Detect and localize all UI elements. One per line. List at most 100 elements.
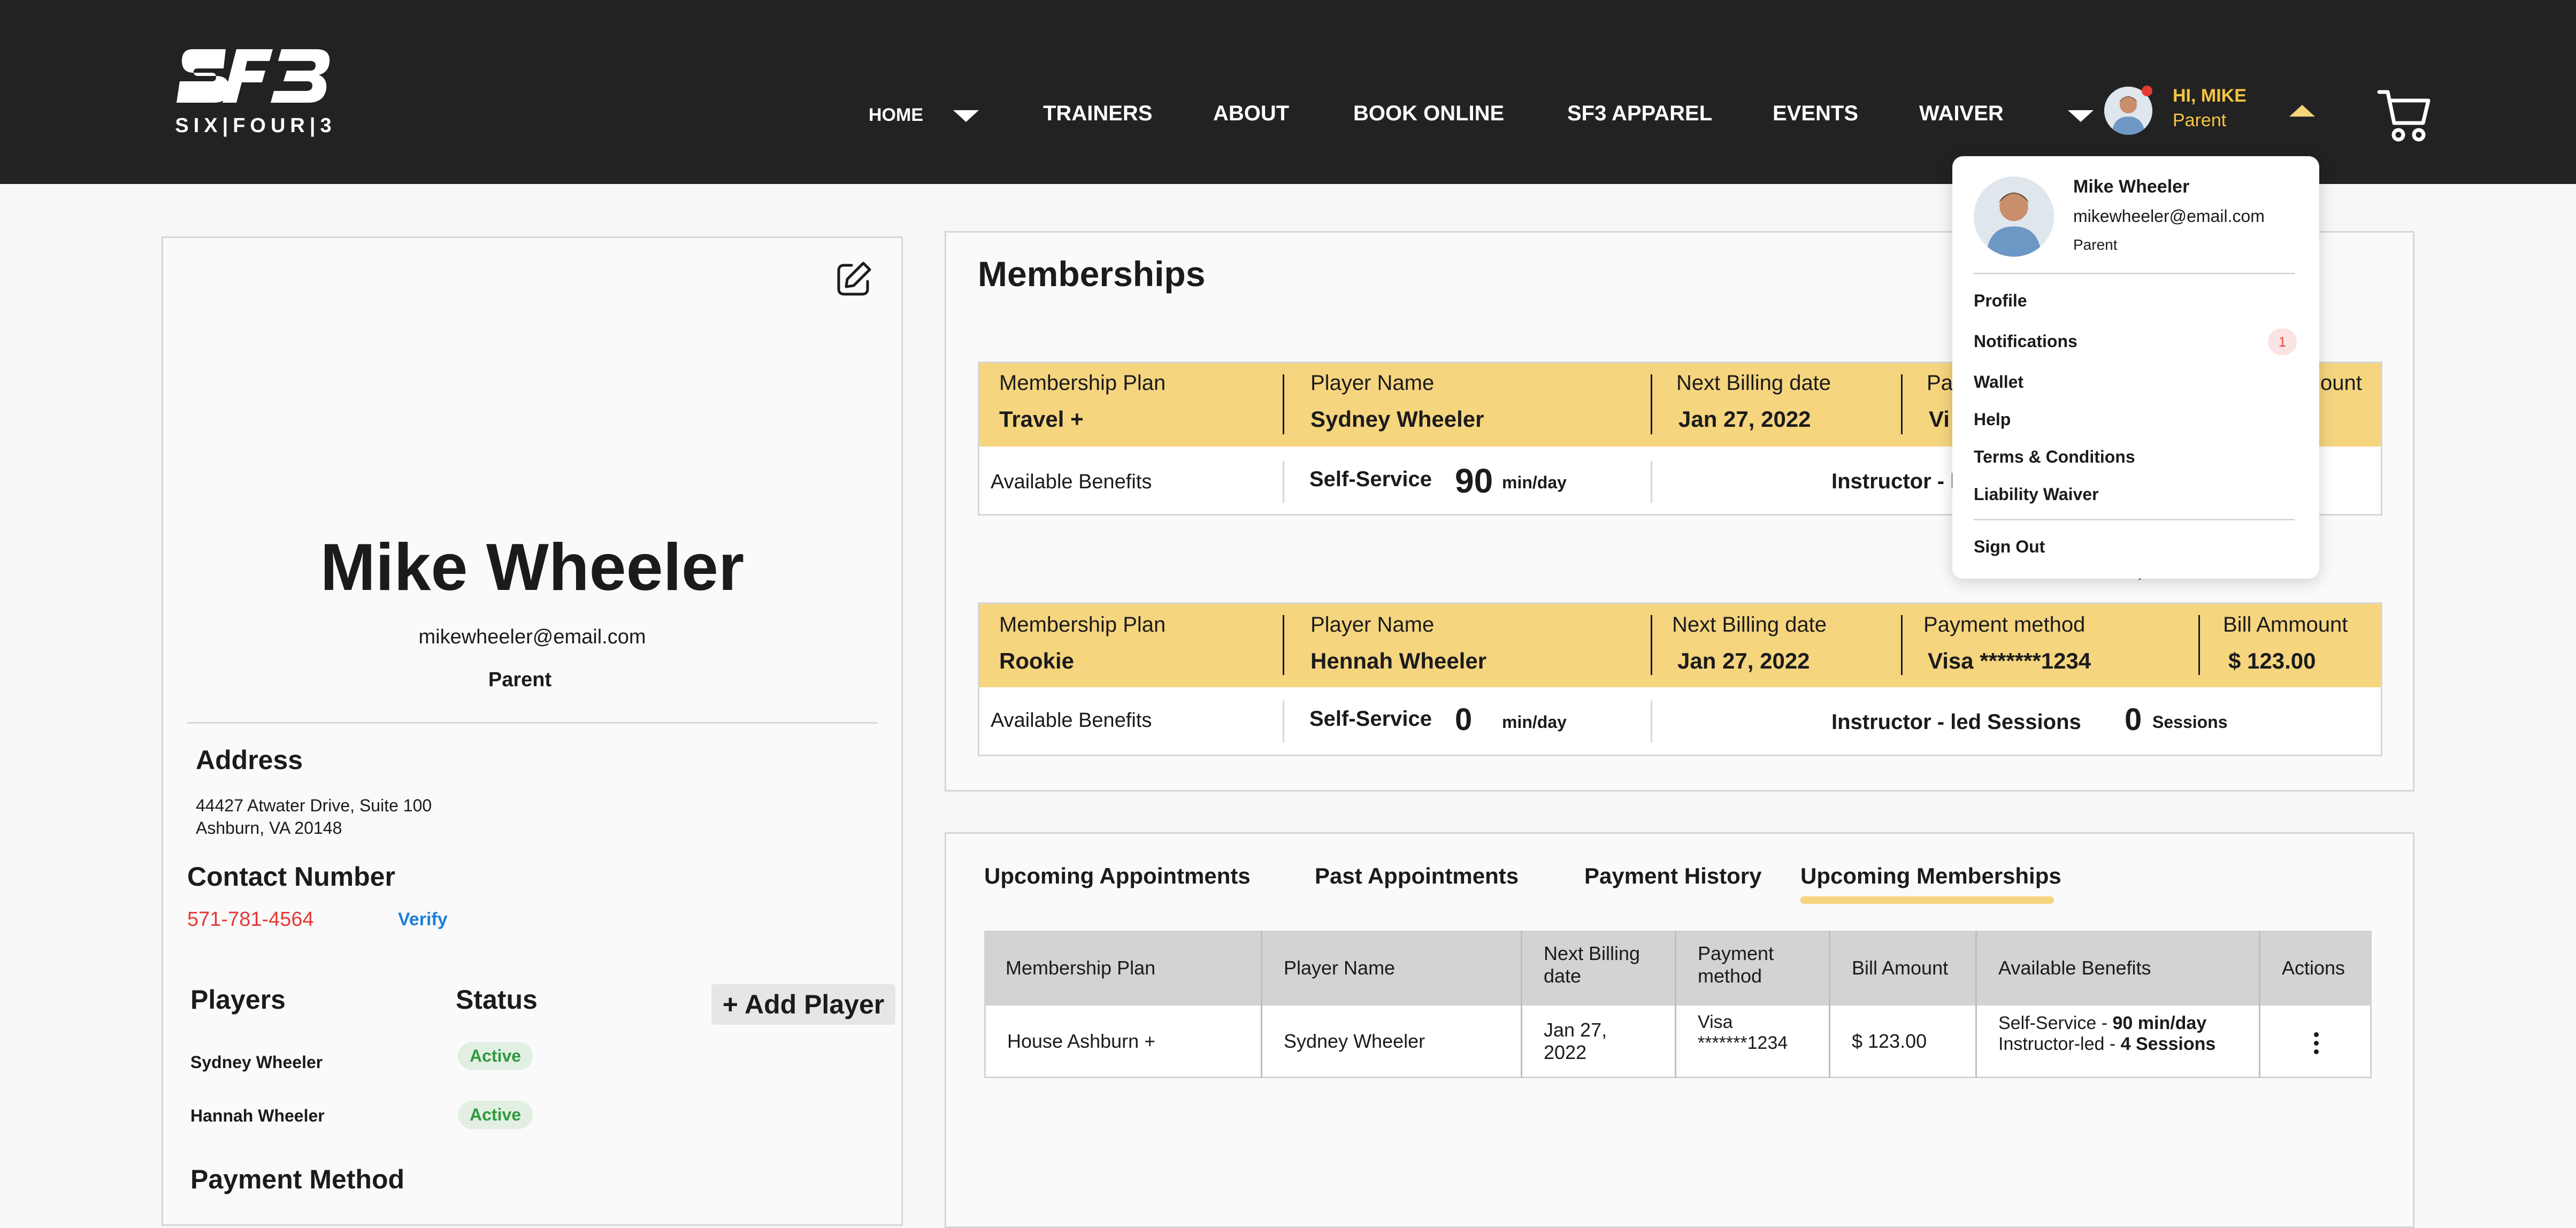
contact-phone: 571-781-4564 xyxy=(187,908,314,931)
label-payment-method-partial: Pa xyxy=(1927,371,1953,395)
edit-icon[interactable] xyxy=(834,260,873,298)
memberships-table: Membership Plan Player Name Next Billing… xyxy=(984,931,2372,1078)
label-available-benefits: Available Benefits xyxy=(991,471,1152,493)
table-cell: Sydney Wheeler xyxy=(1262,1006,1522,1078)
divider xyxy=(1651,701,1652,742)
menu-item-sign-out[interactable]: Sign Out xyxy=(1974,537,2045,557)
table-cell: Jan 27, 2022 xyxy=(1522,1006,1676,1078)
sessions-unit: Sessions xyxy=(2152,712,2228,732)
nav-item-waiver[interactable]: WAIVER xyxy=(1919,102,2004,126)
instructor-sessions-label: Instructor - led Sessions xyxy=(1831,710,2081,734)
menu-user-role: Parent xyxy=(2073,236,2118,253)
notification-count-badge: 1 xyxy=(2268,328,2297,355)
table-header: Available Benefits xyxy=(1977,931,2260,1006)
label-payment-method: Payment method xyxy=(1923,613,2086,636)
menu-item-help[interactable]: Help xyxy=(1974,410,2011,429)
table-header: Next Billing date xyxy=(1522,931,1676,1006)
tab-upcoming-appointments[interactable]: Upcoming Appointments xyxy=(984,863,1251,889)
tab-payment-history[interactable]: Payment History xyxy=(1584,863,1761,889)
label-membership-plan: Membership Plan xyxy=(999,371,1166,395)
divider xyxy=(1283,615,1284,675)
label-next-billing: Next Billing date xyxy=(1672,613,1827,636)
divider xyxy=(2198,615,2200,675)
logo-wordmark: SIX|FOUR|3 xyxy=(175,114,336,137)
menu-avatar xyxy=(1974,176,2054,257)
membership-plan-value: Rookie xyxy=(999,648,1075,673)
nav-item-sf3-apparel[interactable]: SF3 APPAREL xyxy=(1567,102,1712,126)
divider xyxy=(1974,273,2295,274)
notification-dot-icon xyxy=(2142,86,2152,96)
profile-email: mikewheeler@email.com xyxy=(418,626,646,648)
self-service-value: 90 xyxy=(1455,462,1493,500)
label-membership-plan: Membership Plan xyxy=(999,613,1166,636)
status-badge: Active xyxy=(458,1042,533,1070)
bill-amount-value: $ 123.00 xyxy=(2228,648,2316,673)
divider xyxy=(1651,461,1652,503)
menu-item-wallet[interactable]: Wallet xyxy=(1974,372,2023,392)
payment-method-partial: Vi xyxy=(1929,406,1950,432)
players-heading: Players xyxy=(190,985,286,1015)
membership-plan-value: Travel + xyxy=(999,406,1084,432)
user-greeting[interactable]: HI, MIKE xyxy=(2173,86,2247,106)
label-next-billing: Next Billing date xyxy=(1676,371,1831,395)
table-header: Player Name xyxy=(1262,931,1522,1006)
divider xyxy=(187,722,877,724)
chevron-down-icon[interactable] xyxy=(2068,110,2094,122)
chevron-up-icon[interactable] xyxy=(2289,105,2315,117)
player-name-value: Hennah Wheeler xyxy=(1310,648,1487,673)
memberships-title: Memberships xyxy=(978,254,1206,294)
label-bill-amount: Bill Ammount xyxy=(2223,613,2348,636)
label-player-name: Player Name xyxy=(1310,371,1435,395)
address-heading: Address xyxy=(196,745,303,775)
divider xyxy=(1283,461,1284,503)
table-cell-benefits: Self-Service - 90 min/day Instructor-led… xyxy=(1977,1006,2260,1078)
table-cell: House Ashburn + xyxy=(984,1006,1262,1078)
label-player-name: Player Name xyxy=(1310,613,1435,636)
menu-item-terms[interactable]: Terms & Conditions xyxy=(1974,447,2135,467)
divider xyxy=(1283,374,1284,434)
menu-user-name: Mike Wheeler xyxy=(2073,176,2190,197)
instructor-sessions-value: 0 xyxy=(2125,702,2142,737)
table-header: Bill Amount xyxy=(1830,931,1977,1006)
verify-link[interactable]: Verify xyxy=(398,909,448,930)
tab-upcoming-memberships[interactable]: Upcoming Memberships xyxy=(1800,863,2061,889)
sf3-logo-icon[interactable] xyxy=(177,44,332,108)
table-header: Membership Plan xyxy=(984,931,1262,1006)
chevron-down-icon[interactable] xyxy=(953,110,979,122)
label-bill-amount-partial: ount xyxy=(2320,371,2362,395)
payment-method-value: Visa *******1234 xyxy=(1928,648,2091,673)
player-name[interactable]: Sydney Wheeler xyxy=(190,1053,323,1072)
nav-item-trainers[interactable]: TRAINERS xyxy=(1043,102,1152,126)
nav-item-about[interactable]: ABOUT xyxy=(1213,102,1289,126)
profile-role: Parent xyxy=(488,669,552,691)
table-cell: Visa *******1234 xyxy=(1676,1006,1830,1078)
nav-item-home[interactable]: HOME xyxy=(869,105,923,126)
profile-card xyxy=(162,236,903,1226)
self-service-unit: min/day xyxy=(1502,473,1567,492)
menu-item-notifications[interactable]: Notifications xyxy=(1974,332,2077,351)
tab-past-appointments[interactable]: Past Appointments xyxy=(1315,863,1519,889)
menu-item-liability-waiver[interactable]: Liability Waiver xyxy=(1974,485,2099,504)
player-name[interactable]: Hannah Wheeler xyxy=(190,1106,325,1126)
divider xyxy=(1974,519,2295,520)
more-options-icon[interactable] xyxy=(2314,1032,2319,1058)
divider xyxy=(1283,701,1284,742)
next-billing-value: Jan 27, 2022 xyxy=(1677,648,1810,673)
nav-item-book-online[interactable]: BOOK ONLINE xyxy=(1353,102,1504,126)
table-cell: $ 123.00 xyxy=(1830,1006,1977,1078)
self-service-label: Self-Service xyxy=(1309,467,1432,491)
profile-name: Mike Wheeler xyxy=(320,531,745,604)
menu-item-profile[interactable]: Profile xyxy=(1974,291,2027,311)
instructor-sessions-label-partial: Instructor - l xyxy=(1831,470,1957,493)
add-player-button[interactable]: + Add Player xyxy=(711,984,895,1025)
nav-item-events[interactable]: EVENTS xyxy=(1773,102,1858,126)
address-line-2: Ashburn, VA 20148 xyxy=(196,818,342,838)
cart-icon[interactable] xyxy=(2377,86,2431,144)
label-available-benefits: Available Benefits xyxy=(991,709,1152,732)
divider xyxy=(1651,374,1652,434)
table-header: Payment method xyxy=(1676,931,1830,1006)
divider xyxy=(1901,374,1903,434)
self-service-value: 0 xyxy=(1455,702,1473,737)
contact-heading: Contact Number xyxy=(187,862,395,892)
payment-method-heading: Payment Method xyxy=(190,1164,405,1194)
